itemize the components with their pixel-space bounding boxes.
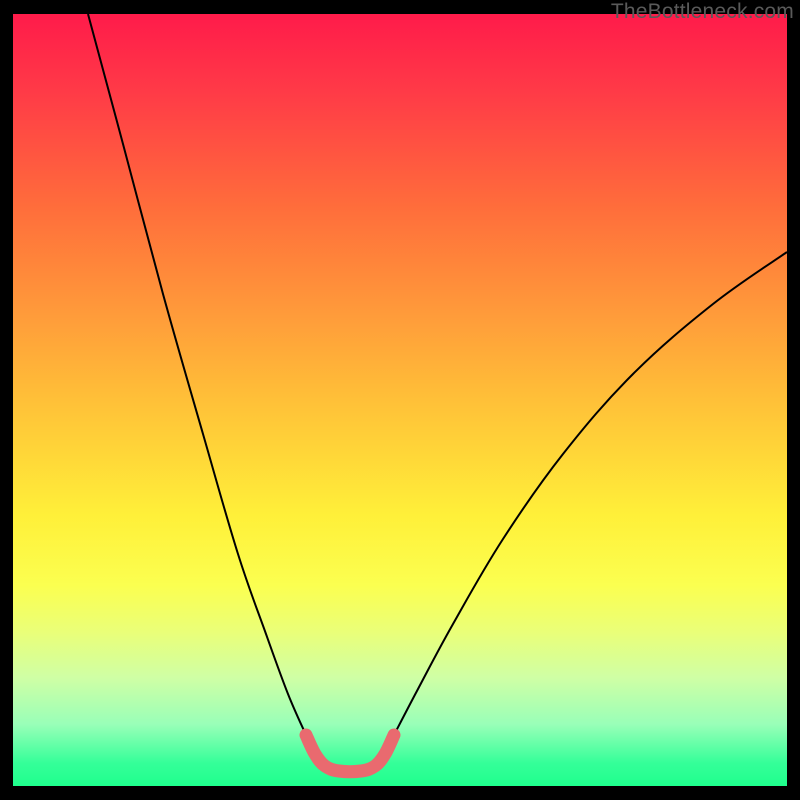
chart-frame <box>13 14 787 786</box>
left-curve-path <box>88 14 306 735</box>
highlight-u-path <box>306 735 394 772</box>
bottleneck-chart <box>13 14 787 786</box>
right-curve-path <box>394 252 787 735</box>
watermark-text: TheBottleneck.com <box>611 0 794 24</box>
